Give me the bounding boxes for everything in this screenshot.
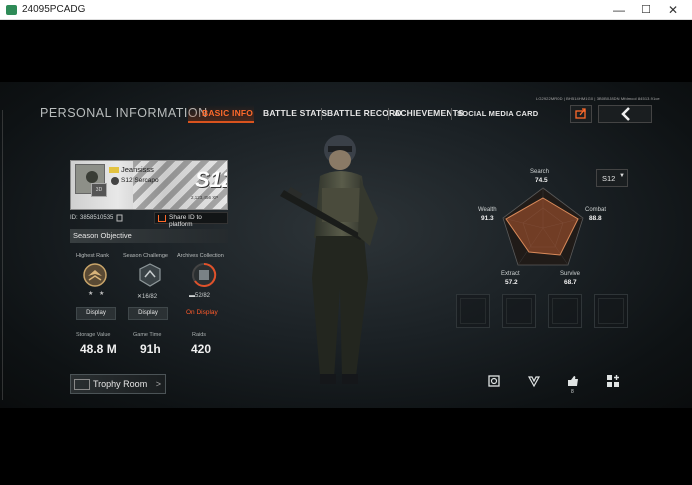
share-icon — [575, 108, 586, 119]
trophy-room-label: Trophy Room — [93, 379, 148, 389]
player-name: Jeansisss — [121, 165, 154, 174]
raids-value: 420 — [191, 342, 212, 356]
display-rank-button[interactable]: Display — [76, 307, 116, 320]
radar-extract-label: Extract — [501, 271, 520, 277]
season-select[interactable]: S12 ▼ — [596, 169, 628, 187]
camera-refresh-icon[interactable] — [487, 374, 501, 388]
on-display-status[interactable]: On Display — [186, 309, 218, 316]
id-label: ID: — [70, 215, 78, 221]
chevron-down-icon: ▼ — [619, 173, 625, 179]
highest-rank-label: Highest Rank — [76, 253, 110, 259]
like-count: 8 — [571, 389, 574, 395]
archives-emblem-icon — [192, 262, 217, 287]
operator-character — [280, 135, 378, 384]
game-time-value: 91h — [140, 342, 161, 356]
tab-battle-stats[interactable]: BATTLE STATS — [263, 108, 327, 118]
emblem-icon[interactable] — [527, 374, 541, 388]
radar-wealth-value: 91.3 — [481, 215, 494, 222]
chevron-right-icon: > — [155, 379, 161, 389]
copy-icon[interactable] — [116, 214, 123, 222]
maximize-button[interactable]: ☐ — [637, 1, 655, 19]
season-objective-title: Season Objective — [73, 231, 132, 240]
player-card[interactable]: 3D Jeansisss S12 Sercapo S12 2,123,456 X… — [70, 160, 228, 210]
app-icon — [6, 5, 17, 15]
radar-wealth-label: Wealth — [478, 207, 497, 213]
minimize-button[interactable]: — — [610, 1, 628, 19]
window-titlebar: 24095PCADG — ☐ ✕ — [0, 0, 692, 20]
rank-icon — [111, 177, 119, 185]
showcase-slot[interactable] — [502, 294, 536, 328]
tab-basic-info[interactable]: BASIC INFO — [202, 108, 253, 118]
avatar-badge: 3D — [91, 183, 107, 197]
back-arrow-icon — [621, 107, 630, 121]
page-title: PERSONAL INFORMATION — [40, 106, 208, 120]
showcase-slot[interactable] — [548, 294, 582, 328]
trophy-icon — [74, 379, 90, 390]
card-season-label: S12 — [195, 167, 227, 192]
build-id-string: LG2922MR0D | BH514HM1G0 | 3B0B0J8DN Mfdm… — [536, 96, 660, 101]
back-button[interactable] — [598, 105, 652, 123]
radar-combat-label: Combat — [585, 207, 607, 213]
level-badge — [109, 167, 119, 173]
share-platform-icon — [158, 215, 166, 222]
archives-collection-label: Archives Collection — [177, 253, 224, 259]
season-objective-header: Season Objective — [70, 229, 228, 243]
storage-value-label: Storage Value — [76, 332, 111, 338]
display-challenge-button[interactable]: Display — [128, 307, 168, 320]
tab-achievements[interactable]: ACHIEVEMENTS — [394, 108, 464, 118]
storage-value: 48.8 M — [80, 342, 117, 356]
card-small-text: 2,123,456 XP — [191, 195, 219, 200]
challenge-emblem-icon — [139, 263, 161, 287]
season-challenge-label: Season Challenge — [123, 253, 168, 259]
trophy-room-button[interactable]: Trophy Room > — [70, 374, 166, 394]
showcase-slot[interactable] — [456, 294, 490, 328]
rank-emblem-icon — [83, 263, 107, 287]
tab-divider — [451, 108, 452, 120]
rank-stars: ★ ★ — [88, 291, 107, 297]
share-id-button[interactable]: Share ID to platform — [154, 212, 228, 228]
radar-search-value: 74.5 — [535, 177, 548, 184]
thumbs-up-icon[interactable] — [566, 374, 580, 388]
share-export-button[interactable] — [570, 105, 592, 123]
radar-extract-value: 57.2 — [505, 279, 518, 286]
game-window: 24095PCADG — ☐ ✕ PERSONAL INFORMATION BA… — [0, 0, 692, 485]
radar-combat-value: 88.8 — [589, 215, 602, 222]
raids-label: Raids — [192, 332, 207, 338]
active-tab-underline — [188, 121, 254, 123]
radar-survive-value: 68.7 — [564, 279, 577, 286]
grid-plus-icon[interactable] — [606, 374, 620, 388]
share-id-label: Share ID to platform — [169, 214, 202, 228]
close-button[interactable]: ✕ — [664, 1, 682, 19]
player-rank: S12 Sercapo — [121, 177, 159, 184]
ability-radar-chart — [502, 187, 584, 266]
radar-survive-label: Survive — [560, 271, 581, 277]
challenge-count: ✕16/82 — [137, 294, 158, 300]
radar-search-label: Search — [530, 169, 550, 175]
window-title: 24095PCADG — [22, 4, 86, 15]
left-edge-line — [2, 110, 3, 400]
game-time-label: Game Time — [133, 332, 162, 338]
player-id: 3858510535 — [80, 215, 114, 221]
showcase-slot[interactable] — [594, 294, 628, 328]
season-select-value: S12 — [602, 174, 616, 183]
tab-social-media-card[interactable]: SOCIAL MEDIA CARD — [457, 109, 538, 118]
archives-count: ▬52/82 — [189, 293, 211, 299]
tab-battle-record[interactable]: BATTLE RECORD — [327, 108, 402, 118]
